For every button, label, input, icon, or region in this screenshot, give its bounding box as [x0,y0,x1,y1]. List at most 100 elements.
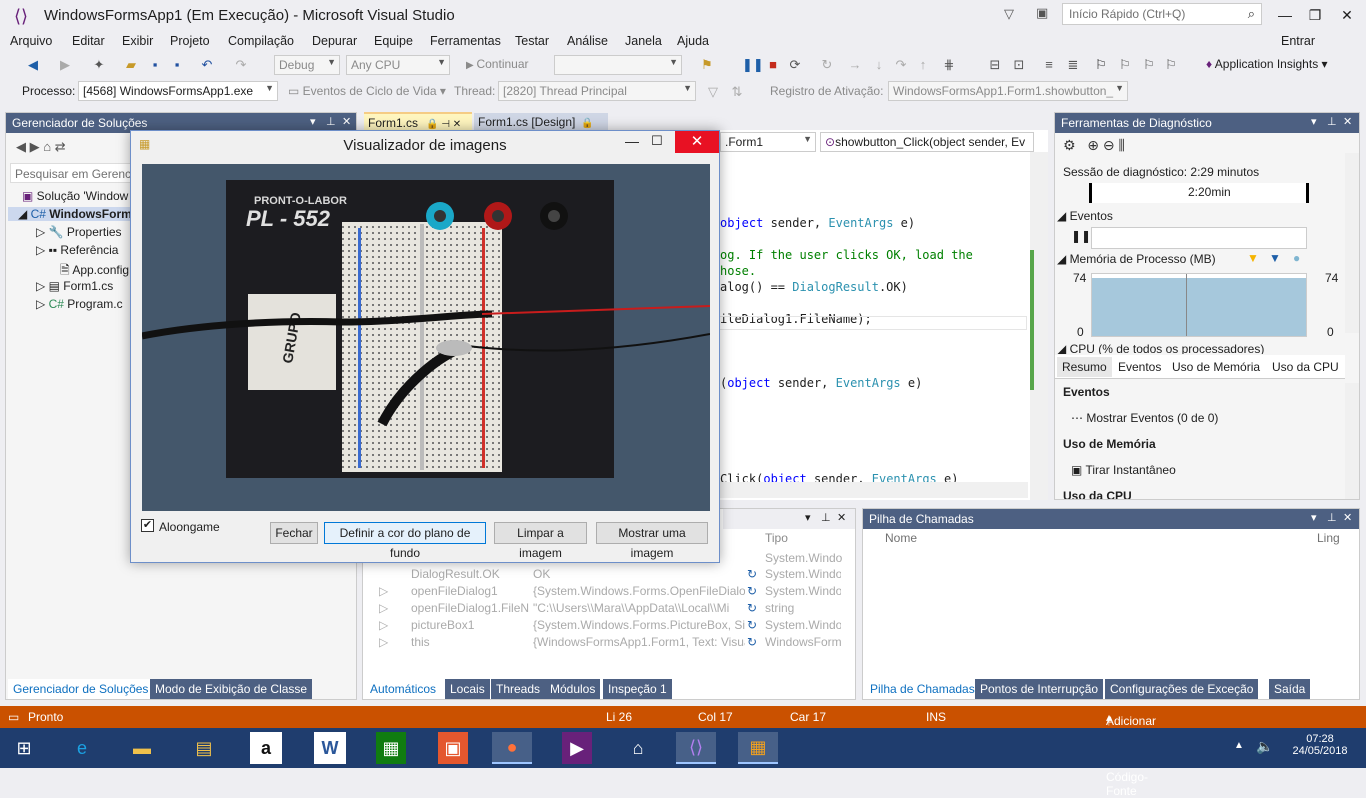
comment-icon[interactable]: ≡ [1040,56,1058,74]
menu-depurar[interactable]: Depurar [312,34,357,48]
refresh-icon[interactable]: ↻ [747,584,757,598]
undo-icon[interactable]: ↶ [198,56,216,74]
expand-icon[interactable]: ▷ [379,601,388,615]
open-file-icon[interactable]: ▰ [122,56,140,74]
show-image-button[interactable]: Mostrar uma imagem [596,522,708,560]
step-over-icon[interactable]: ↷ [892,56,910,74]
tab-autos[interactable]: Automáticos [365,679,442,699]
source-control-button[interactable]: ↑ Adicionar ao Controle do Código-Fonte … [1106,710,1156,798]
tab-exception-settings[interactable]: Configurações de Exceção [1105,679,1259,699]
bookmark-prev-icon[interactable]: ⚐ [1116,56,1134,74]
menu-editar[interactable]: Editar [72,34,105,48]
show-events-link[interactable]: ⋯ Mostrar Eventos (0 de 0) [1071,411,1218,425]
tree-properties[interactable]: ▷ 🔧 Properties [36,225,122,239]
menu-arquivo[interactable]: Arquivo [10,34,52,48]
running-app-icon[interactable]: ▦ [738,732,778,764]
stop-icon[interactable]: ■ [764,56,782,74]
file-explorer-icon[interactable]: ▬ [122,732,162,764]
menu-equipe[interactable]: Equipe [374,34,413,48]
photos-icon[interactable]: ▣ [438,732,468,764]
autos-row[interactable]: ▷ pictureBox1 {System.Windows.Forms.Pictur… [363,618,843,635]
pin-icon[interactable]: ⊥ [326,115,336,128]
tab-memory-usage[interactable]: Uso de Memória [1167,357,1265,377]
format-icon[interactable]: ⊟ [986,56,1004,74]
tray-chevron-icon[interactable]: ▲ [1234,740,1244,751]
bookmark-next-icon[interactable]: ⚐ [1140,56,1158,74]
windows-start-icon[interactable]: ⊞ [4,732,44,764]
tree-solution[interactable]: ▣ Solução 'Window [22,189,128,203]
class-combo[interactable]: .Form1 ▼ [720,132,816,152]
thread-flag-icon[interactable]: ⇅ [728,83,746,101]
amazon-icon[interactable]: a [250,732,282,764]
thread-combo[interactable]: [2820] Thread Principal ▼ [498,81,696,101]
edge-browser-icon[interactable]: e [62,732,102,764]
refresh-icon[interactable]: ↻ [747,618,757,632]
pin-icon[interactable]: ⊥ [821,511,831,524]
diag-scrollbar-top[interactable] [1345,153,1359,333]
tab-events[interactable]: Eventos [1113,357,1166,377]
redo-icon[interactable]: ↷ [232,56,250,74]
minimize-button[interactable]: — [1270,4,1300,26]
quick-launch-input[interactable]: Início Rápido (Ctrl+Q) ⌕ [1062,3,1262,25]
back-icon[interactable]: ◀ [16,139,26,154]
tab-class-view[interactable]: Modo de Exibição de Classe [150,679,313,699]
firefox-icon[interactable]: ● [492,732,532,764]
home-icon[interactable]: ⌂ [43,139,51,154]
restart-icon[interactable]: ⟳ [786,56,804,74]
uncomment-icon[interactable]: ≣ [1064,56,1082,74]
close-dialog-button[interactable]: Fechar [270,522,318,544]
dropdown-icon[interactable]: ▾ [1311,115,1317,128]
home-icon[interactable]: ⌂ [618,732,658,764]
reset-zoom-icon[interactable]: ⫼ [1118,137,1124,153]
tab-modules[interactable]: Módulos [545,679,601,699]
feedback-filter-icon[interactable]: ▽ [1004,6,1014,22]
tab-form1-design[interactable]: Form1.cs [Design] 🔒 [474,113,608,131]
autos-row[interactable]: DialogResult.OK OK ↻ System.Windo [363,567,843,584]
thread-filter-icon[interactable]: ▽ [704,83,722,101]
expand-icon[interactable]: ▷ [379,618,388,632]
pause-icon[interactable]: ❚❚ [742,56,764,74]
back-icon[interactable]: ◀ [24,56,42,74]
horizontal-scrollbar[interactable] [720,482,1028,498]
visual-studio-taskbar-icon[interactable]: ⟨⟩ [676,732,716,764]
clock[interactable]: 07:28 24/05/2018 [1290,733,1350,757]
events-section-header[interactable]: ◢ Eventos [1057,209,1113,223]
refresh-icon[interactable]: ↻ [747,601,757,615]
background-color-button[interactable]: Definir a cor do plano de fundo [324,522,486,560]
close-button[interactable]: ✕ [1332,4,1362,26]
lifecycle-events-button[interactable]: ▭ Eventos de Ciclo de Vida ▾ [288,84,446,98]
menu-janela[interactable]: Janela [625,34,662,48]
menu-projeto[interactable]: Projeto [170,34,210,48]
close-icon[interactable]: ✕ [1343,115,1352,128]
tab-locals[interactable]: Locais [445,679,490,699]
timeline-ruler[interactable]: 2:20min [1089,183,1309,203]
refresh-icon[interactable]: ↻ [747,635,757,649]
dropdown-icon[interactable]: ▾ [1311,511,1317,524]
tree-program[interactable]: ▷ C# Program.c [36,297,123,311]
menu-compilacao[interactable]: Compilação [228,34,294,48]
continue-button[interactable]: ▶ Continuar [466,57,529,71]
store-icon[interactable]: ▦ [376,732,406,764]
tab-call-stack[interactable]: Pilha de Chamadas [865,679,980,699]
save-all-icon[interactable]: ▪ [168,56,186,74]
vs-installer-icon[interactable]: ▶ [562,732,592,764]
dropdown-icon[interactable]: ▾ [310,115,316,128]
configuration-combo[interactable]: Debug ▼ [274,55,340,75]
notifications-icon[interactable]: ▣ [1036,5,1048,21]
application-insights-button[interactable]: ♦ Application Insights ▾ [1206,57,1328,71]
pin-icon[interactable]: ⊥ [1327,511,1337,524]
close-icon[interactable]: ✕ [1343,511,1352,524]
bookmark-clear-icon[interactable]: ⚐ [1162,56,1180,74]
forward-icon[interactable]: ▶ [56,56,74,74]
expand-icon[interactable]: ▷ [379,635,388,649]
autos-row[interactable]: ▷ openFileDialog1 {System.Windows.Forms.Op… [363,584,843,601]
target-combo[interactable]: ▼ [554,55,682,75]
show-threads-icon[interactable]: ⋕ [940,56,958,74]
zoom-in-icon[interactable]: ⊕ [1087,137,1099,153]
tab-cpu-usage[interactable]: Uso da CPU [1267,357,1344,377]
member-combo[interactable]: ⊙showbutton_Click(object sender, Ev [820,132,1034,152]
zoom-out-icon[interactable]: ⊖ [1103,137,1115,153]
platform-combo[interactable]: Any CPU ▼ [346,55,450,75]
menu-testar[interactable]: Testar [515,34,549,48]
save-icon[interactable]: ▪ [146,56,164,74]
